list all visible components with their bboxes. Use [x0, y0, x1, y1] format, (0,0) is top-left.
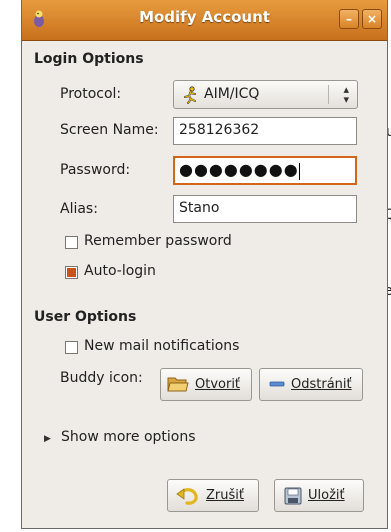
password-label: Password: [60, 162, 131, 178]
updown-arrows-icon: ▴ ▾ [343, 83, 349, 106]
show-more-options-expander[interactable]: Show more options [61, 429, 196, 445]
remove-button-label: Odstrániť [291, 377, 352, 392]
modify-account-dialog: Modify Account – × Login Options Protoco… [21, 0, 388, 529]
undo-arrow-icon [176, 488, 198, 505]
protocol-value: AIM/ICQ [204, 86, 260, 102]
new-mail-checkbox[interactable] [65, 341, 78, 354]
remove-icon [269, 381, 285, 387]
remember-password-checkbox[interactable] [65, 236, 78, 249]
remember-password-label[interactable]: Remember password [84, 233, 232, 249]
open-button-label: Otvoriť [195, 377, 241, 392]
open-button[interactable]: Otvoriť [160, 368, 252, 401]
protocol-select[interactable]: AIM/ICQ ▴ ▾ [173, 80, 358, 109]
text-cursor [298, 162, 300, 180]
password-mask: ●●●●●●●● [179, 160, 299, 179]
window-title: Modify Account [139, 8, 270, 26]
alias-label: Alias: [60, 201, 98, 217]
screen-name-value: 258126362 [179, 122, 260, 138]
auto-login-checkbox[interactable] [65, 266, 78, 279]
cancel-button-label: Zrušiť [206, 488, 244, 503]
user-options-heading: User Options [34, 309, 137, 325]
aim-running-man-icon [184, 86, 196, 104]
alias-field[interactable]: Stano [173, 195, 357, 223]
alias-value: Stano [179, 200, 220, 216]
screen-name-label: Screen Name: [60, 122, 159, 138]
title-bar[interactable]: Modify Account – × [22, 0, 387, 41]
screen-name-field[interactable]: 258126362 [173, 117, 357, 145]
expander-arrow-icon[interactable]: ▶ [44, 434, 51, 444]
save-button[interactable]: Uložiť [274, 479, 364, 512]
close-button[interactable]: × [362, 9, 382, 29]
password-field[interactable]: ●●●●●●●● [173, 156, 357, 185]
folder-open-icon [167, 377, 189, 392]
minimize-button[interactable]: – [339, 9, 359, 29]
save-button-label: Uložiť [308, 488, 345, 503]
cancel-button[interactable]: Zrušiť [167, 479, 259, 512]
remove-button[interactable]: Odstrániť [259, 368, 363, 401]
auto-login-label[interactable]: Auto-login [84, 263, 156, 279]
protocol-label: Protocol: [60, 86, 122, 102]
new-mail-label[interactable]: New mail notifications [84, 338, 239, 354]
buddy-icon-label: Buddy icon: [60, 370, 143, 386]
floppy-disk-icon [284, 487, 302, 505]
combo-separator [328, 85, 329, 104]
login-options-heading: Login Options [34, 51, 144, 67]
